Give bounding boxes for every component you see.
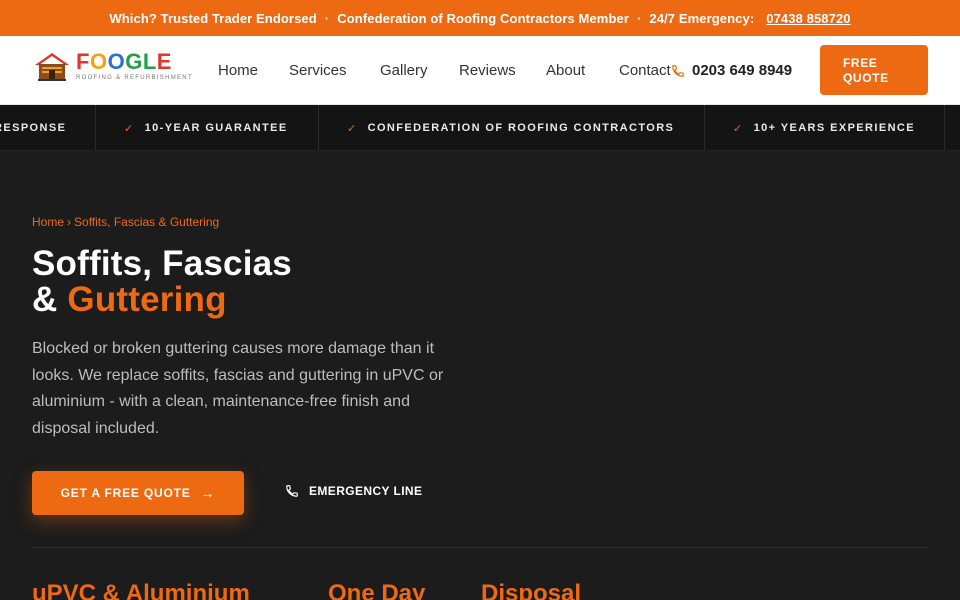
arrow-right-icon: → bbox=[200, 485, 216, 501]
stat-one-day: One Day bbox=[328, 580, 426, 600]
breadcrumb-current: Soffits, Fascias & Guttering bbox=[74, 215, 220, 229]
ticker-item: RESPONSE bbox=[0, 122, 67, 134]
header-phone[interactable]: 0203 649 8949 bbox=[671, 62, 792, 79]
phone-icon bbox=[672, 64, 684, 77]
title-accent: Guttering bbox=[67, 280, 227, 319]
get-free-quote-button[interactable]: GET A FREE QUOTE → bbox=[32, 471, 244, 515]
ticker-divider bbox=[95, 105, 96, 150]
check-icon: ✓ bbox=[124, 122, 135, 135]
nav-home[interactable]: Home bbox=[218, 62, 258, 79]
nav-contact[interactable]: Contact bbox=[619, 62, 671, 79]
emergency-phone-link[interactable]: 07438 858720 bbox=[766, 11, 850, 26]
breadcrumb-separator: › bbox=[67, 215, 72, 229]
logo-wordmark: FOOGLE bbox=[76, 49, 172, 74]
nav-reviews[interactable]: Reviews bbox=[459, 62, 516, 79]
stat-disposal: Disposal bbox=[481, 580, 582, 600]
ticker-item: ✓ 10+ YEARS EXPERIENCE bbox=[733, 122, 916, 135]
house-logo-icon bbox=[35, 53, 69, 81]
nav-gallery[interactable]: Gallery bbox=[380, 62, 428, 79]
stat-material: uPVC & Aluminium bbox=[32, 580, 250, 600]
free-quote-button[interactable]: FREE QUOTE bbox=[820, 45, 928, 95]
breadcrumb-home[interactable]: Home bbox=[32, 215, 64, 229]
ticker-divider bbox=[704, 105, 705, 150]
breadcrumb: Home › Soffits, Fascias & Guttering bbox=[32, 215, 219, 229]
announcement-bar: Which? Trusted Trader Endorsed · Confede… bbox=[0, 0, 960, 36]
section-divider bbox=[32, 547, 928, 548]
ticker-item: ✓ CONFEDERATION OF ROOFING CONTRACTORS bbox=[347, 122, 675, 135]
site-header: FOOGLE Roofing & Refurbishment Home Serv… bbox=[0, 36, 960, 105]
logo[interactable]: FOOGLE Roofing & Refurbishment bbox=[34, 51, 193, 81]
check-icon: ✓ bbox=[347, 122, 358, 135]
trusted-trader-text: Which? Trusted Trader Endorsed bbox=[109, 10, 317, 26]
confederation-member-text: Confederation of Roofing Contractors Mem… bbox=[337, 10, 629, 26]
hero-description: Blocked or broken guttering causes more … bbox=[32, 340, 444, 437]
page-title: Soffits, Fascias & Guttering bbox=[32, 244, 292, 319]
ticker-item: ✓ 10-YEAR GUARANTEE bbox=[124, 122, 288, 135]
separator-dot: · bbox=[636, 10, 642, 26]
emergency-label: 24/7 Emergency: bbox=[649, 10, 755, 26]
ticker-divider bbox=[944, 105, 945, 150]
separator-dot: · bbox=[324, 10, 330, 26]
nav-services[interactable]: Services bbox=[289, 62, 347, 79]
nav-about[interactable]: About bbox=[546, 62, 585, 79]
phone-icon bbox=[286, 485, 298, 497]
header-phone-number: 0203 649 8949 bbox=[692, 62, 793, 79]
check-icon: ✓ bbox=[733, 122, 744, 135]
ticker-divider bbox=[318, 105, 319, 150]
logo-tagline: Roofing & Refurbishment bbox=[76, 75, 193, 81]
trust-ticker: RESPONSE ✓ 10-YEAR GUARANTEE ✓ CONFEDERA… bbox=[0, 105, 960, 151]
emergency-line-button[interactable]: EMERGENCY LINE bbox=[285, 484, 422, 498]
